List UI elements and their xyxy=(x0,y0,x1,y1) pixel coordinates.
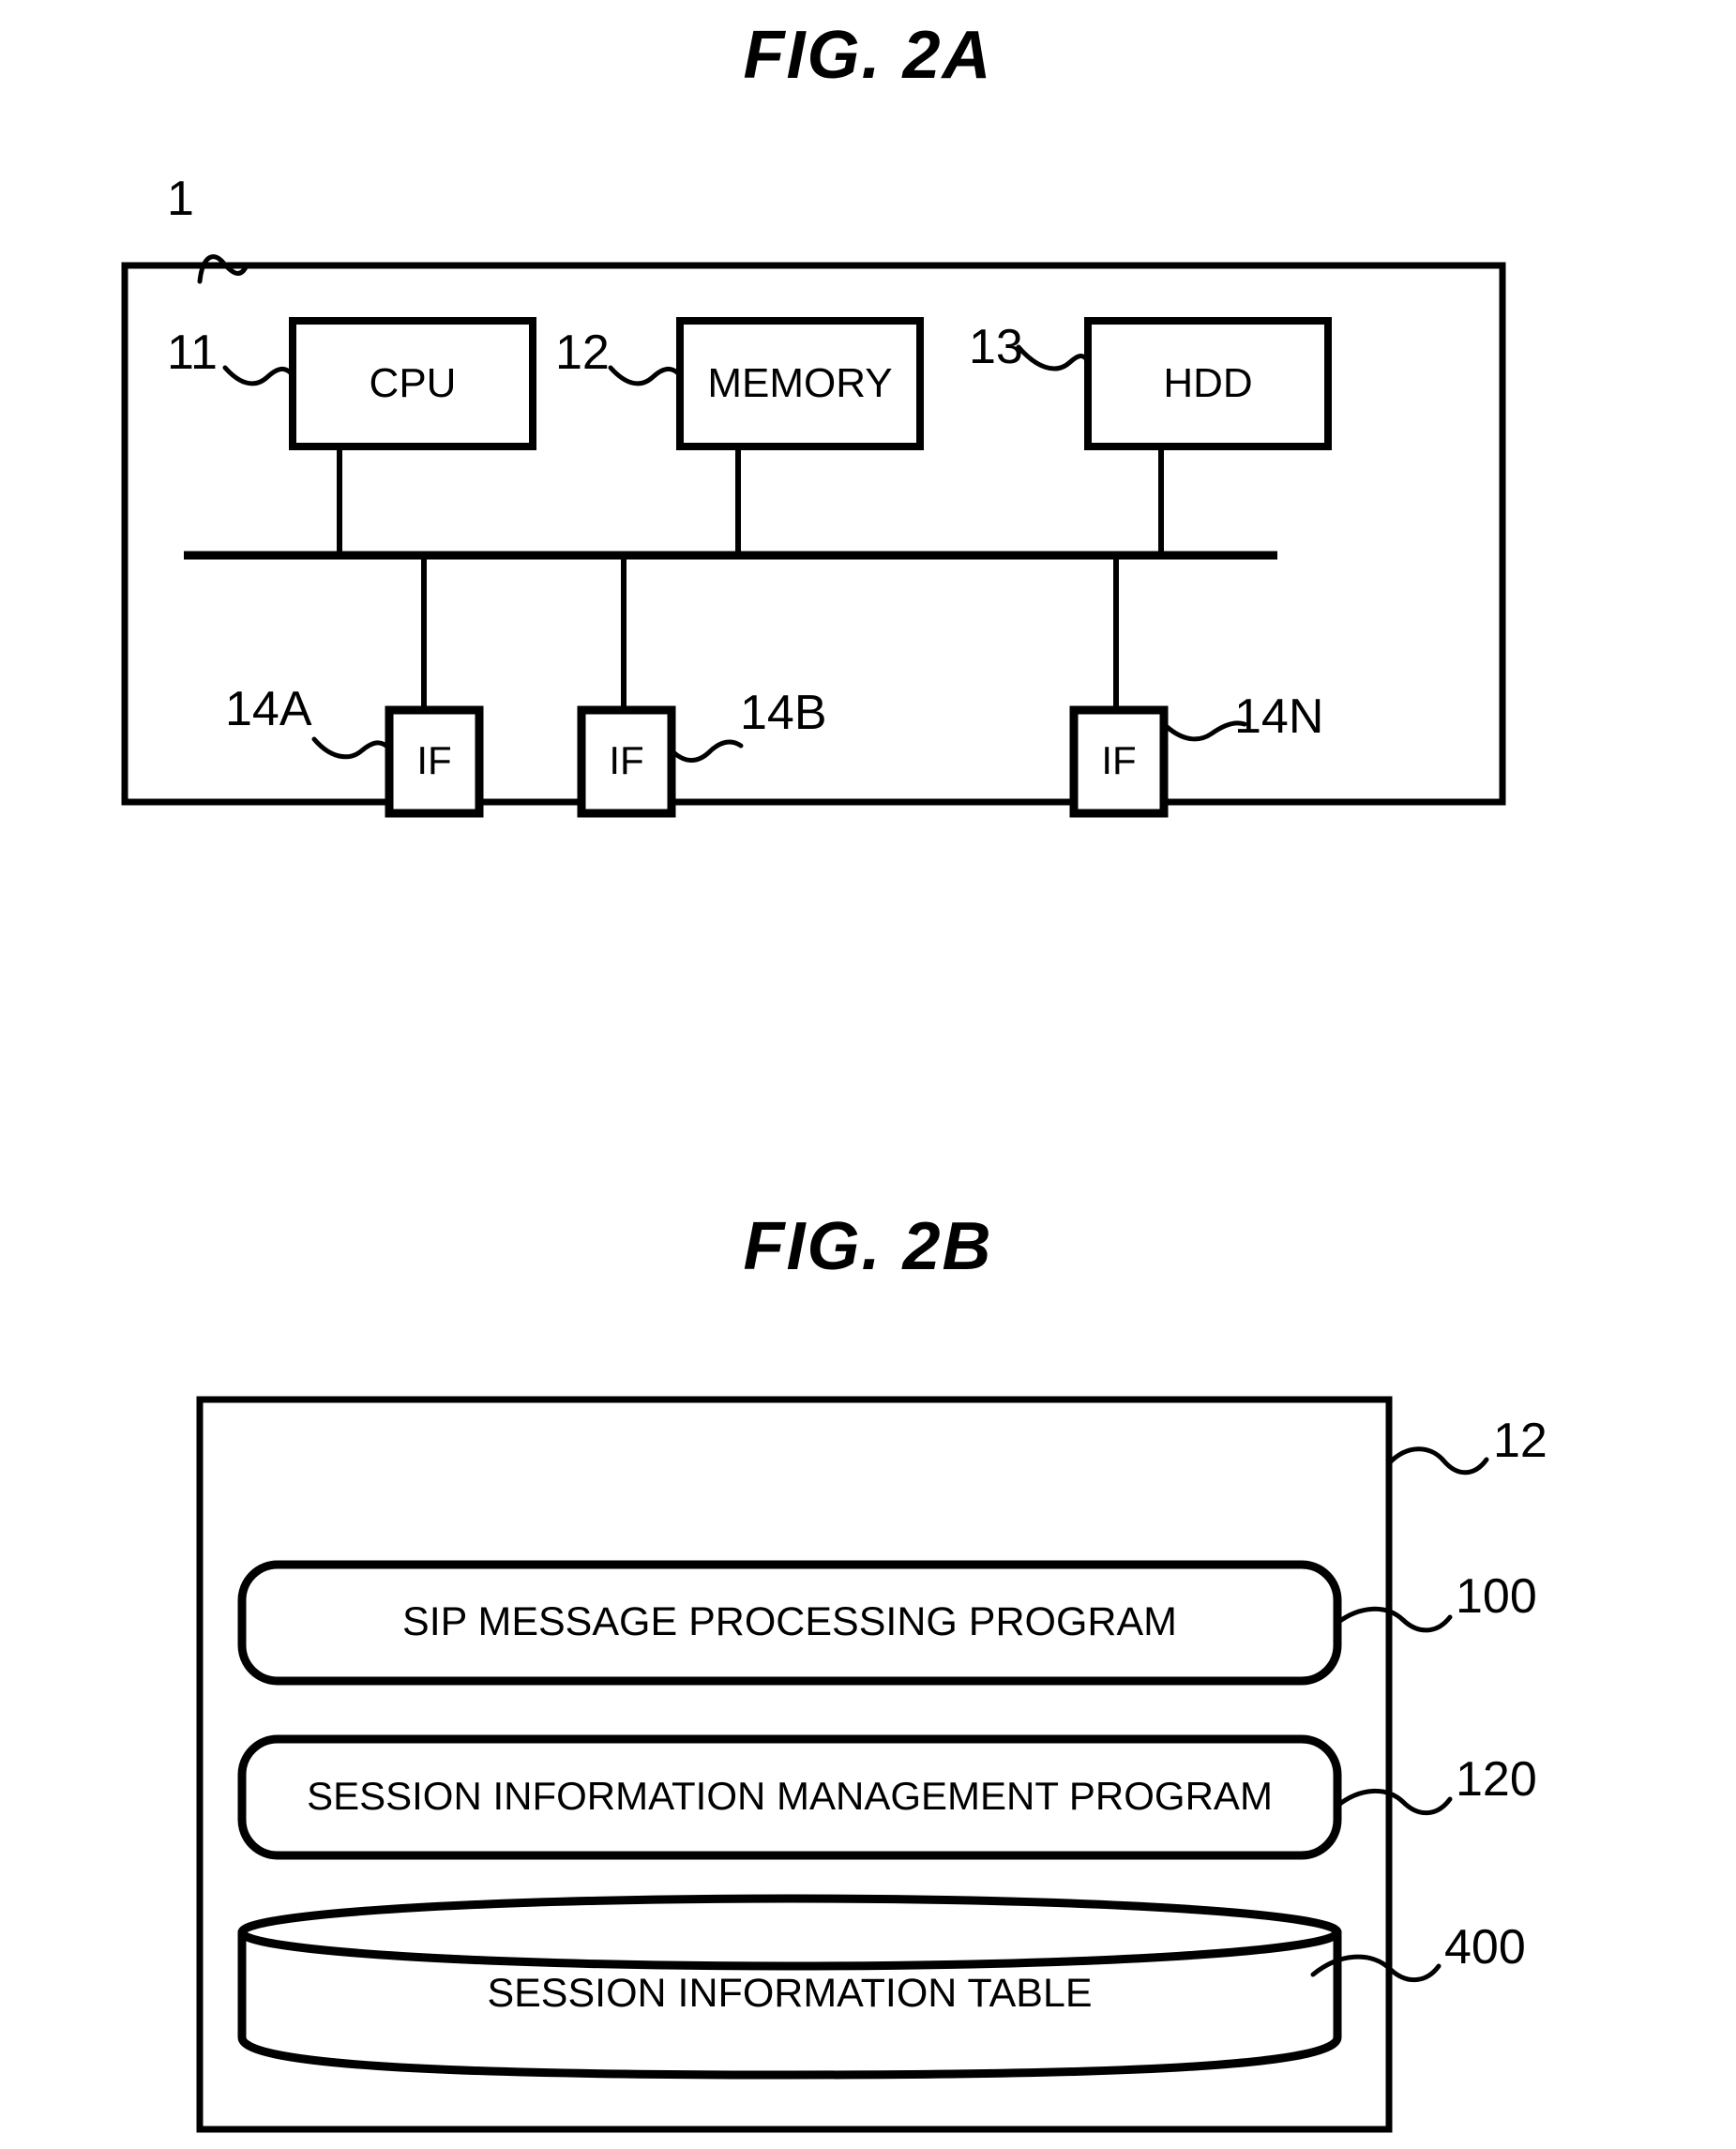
leader-line-11 xyxy=(222,365,295,386)
leader-line-12 xyxy=(608,365,683,386)
ref-number-14B: 14B xyxy=(740,686,827,740)
hdd-label: HDD xyxy=(1163,360,1253,406)
ref-number-400: 400 xyxy=(1444,1920,1526,1975)
leader-line-100 xyxy=(1335,1606,1453,1633)
session-information-management-program-label: SESSION INFORMATION MANAGEMENT PROGRAM xyxy=(307,1774,1273,1818)
leader-line-14N xyxy=(1161,720,1247,742)
ref-number-fig2b-12: 12 xyxy=(1493,1414,1547,1468)
leader-line-14B xyxy=(669,739,744,763)
ref-number-14A: 14A xyxy=(225,682,312,736)
cpu-label: CPU xyxy=(369,360,457,406)
figure-2a-title: FIG. 2A xyxy=(743,18,993,93)
if-b-label: IF xyxy=(609,738,644,782)
figure-2b-title: FIG. 2B xyxy=(743,1209,993,1284)
ref-number-14N: 14N xyxy=(1234,689,1324,744)
session-information-table-label: SESSION INFORMATION TABLE xyxy=(487,1971,1093,2016)
memory-outline xyxy=(196,1396,1393,2133)
diagram-line-layer xyxy=(121,254,1506,2133)
ref-number-100: 100 xyxy=(1456,1569,1537,1624)
leader-line-fig2b-12 xyxy=(1386,1446,1489,1476)
ref-number-13: 13 xyxy=(969,320,1023,374)
ref-number-12: 12 xyxy=(555,325,610,380)
leader-line-1 xyxy=(197,254,249,284)
sip-message-processing-program-label: SIP MESSAGE PROCESSING PROGRAM xyxy=(402,1599,1177,1644)
if-a-label: IF xyxy=(416,738,452,782)
ref-number-1: 1 xyxy=(167,172,194,226)
ref-number-11: 11 xyxy=(167,325,218,380)
if-n-label: IF xyxy=(1101,738,1137,782)
leader-line-14A xyxy=(311,736,392,760)
leader-line-120 xyxy=(1335,1789,1453,1816)
memory-label: MEMORY xyxy=(707,360,893,406)
ref-number-120: 120 xyxy=(1456,1752,1537,1807)
leader-line-13 xyxy=(1016,344,1091,371)
